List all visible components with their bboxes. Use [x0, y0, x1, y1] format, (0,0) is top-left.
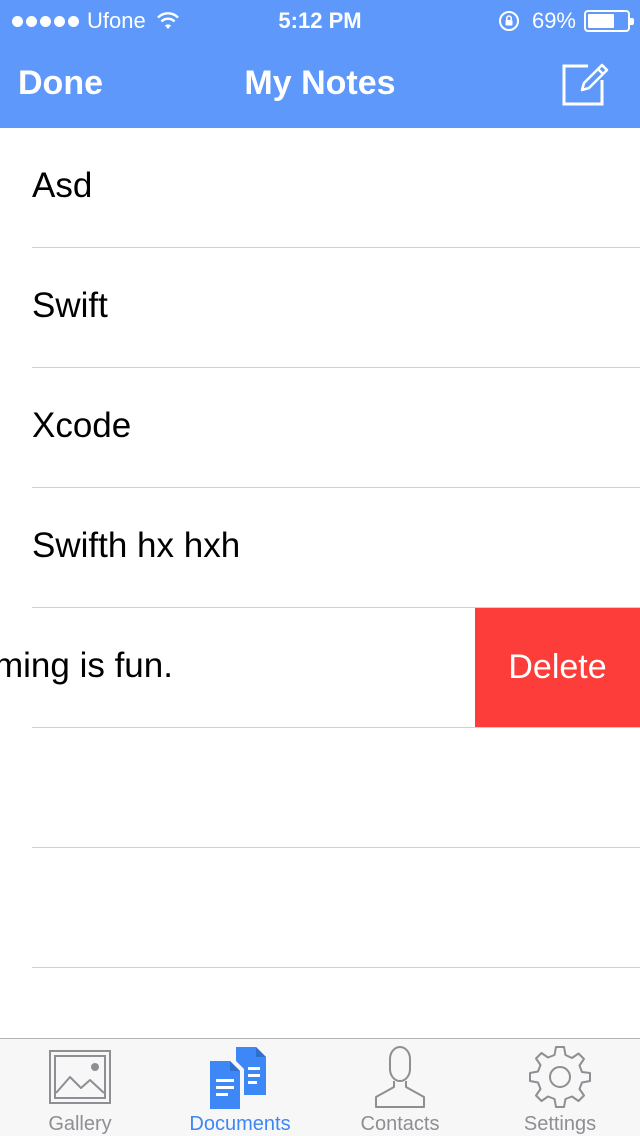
page-title: My Notes	[244, 64, 396, 102]
tab-label: Gallery	[48, 1113, 112, 1135]
tab-label: Documents	[189, 1113, 291, 1135]
empty-row	[0, 848, 640, 968]
note-title: ming is fun.	[0, 646, 173, 685]
navigation-bar: Done My Notes	[0, 40, 640, 128]
rotation-lock-icon	[498, 11, 519, 31]
note-row-swiped[interactable]: ming is fun. Delete	[0, 608, 640, 728]
gallery-icon	[49, 1050, 111, 1104]
documents-icon	[210, 1047, 266, 1109]
notes-list: Asd Swift Xcode Swifth hx hxh ming is fu…	[0, 128, 640, 1038]
notes-screen: Ufone 5:12 PM 69% Done My Notes Asd Swif…	[0, 0, 640, 1136]
note-row[interactable]: Xcode	[0, 368, 640, 488]
compose-icon[interactable]	[560, 58, 610, 108]
tab-gallery[interactable]: Gallery	[0, 1039, 160, 1136]
note-title: Xcode	[32, 406, 132, 445]
tab-label: Contacts	[360, 1113, 440, 1135]
note-row[interactable]: Swift	[0, 248, 640, 368]
battery-percent: 69%	[531, 8, 576, 33]
tab-bar: Gallery Documents Contacts Settings	[0, 1038, 640, 1136]
tab-label: Settings	[523, 1113, 597, 1135]
note-row[interactable]: Swifth hx hxh	[0, 488, 640, 608]
status-right: 69%	[498, 8, 634, 34]
tab-settings[interactable]: Settings	[480, 1039, 640, 1136]
note-title: Swift	[32, 286, 108, 325]
status-bar: Ufone 5:12 PM 69%	[0, 0, 640, 40]
tab-documents[interactable]: Documents	[160, 1039, 320, 1136]
contacts-icon	[375, 1046, 425, 1108]
note-row[interactable]: Asd	[0, 128, 640, 248]
tab-contacts[interactable]: Contacts	[320, 1039, 480, 1136]
note-title: Asd	[32, 166, 93, 205]
empty-row	[0, 728, 640, 848]
battery-icon	[584, 10, 634, 32]
note-title: Swifth hx hxh	[32, 526, 241, 565]
battery-fill	[588, 14, 615, 28]
delete-button[interactable]: Delete	[475, 608, 640, 727]
settings-icon	[529, 1046, 591, 1108]
top-bar: Ufone 5:12 PM 69% Done My Notes	[0, 0, 640, 128]
